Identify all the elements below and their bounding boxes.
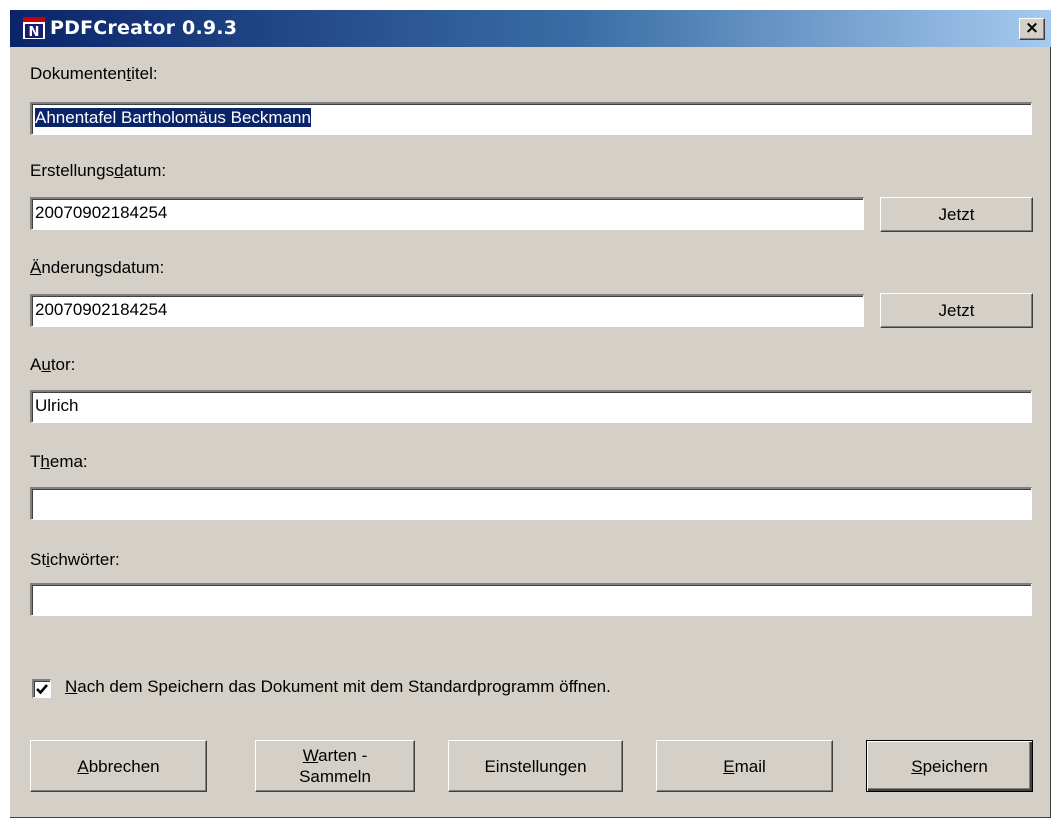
document-title-input[interactable]: Ahnentafel Bartholomäus Beckmann — [30, 102, 1032, 135]
author-label: Autor: — [30, 355, 76, 374]
wait-collect-button[interactable]: Warten - Sammeln — [255, 740, 415, 792]
author-input[interactable]: Ulrich — [30, 390, 1032, 423]
keywords-input[interactable] — [30, 583, 1032, 616]
open-after-save-checkbox[interactable] — [32, 679, 51, 698]
settings-button[interactable]: Einstellungen — [448, 740, 623, 792]
modification-date-label: Änderungsdatum: — [30, 258, 165, 277]
pdfcreator-dialog: N PDFCreator 0.9.3 × Dokumententitel: Ah… — [10, 10, 1051, 818]
creation-date-now-button[interactable]: Jetzt — [880, 197, 1033, 232]
title-bar[interactable]: N PDFCreator 0.9.3 × — [10, 10, 1051, 47]
pdfcreator-app-icon: N — [23, 17, 45, 40]
cancel-button[interactable]: Abbrechen — [30, 740, 207, 792]
subject-label: Thema: — [30, 452, 88, 471]
email-button[interactable]: Email — [656, 740, 833, 792]
creation-date-input[interactable]: 20070902184254 — [30, 197, 864, 230]
svg-text:N: N — [29, 25, 40, 40]
document-title-label: Dokumententitel: — [30, 64, 158, 83]
modification-date-input[interactable]: 20070902184254 — [30, 294, 864, 327]
subject-input[interactable] — [30, 487, 1032, 520]
keywords-label: Stichwörter: — [30, 550, 120, 569]
modification-date-now-button[interactable]: Jetzt — [880, 293, 1033, 328]
window-title: PDFCreator 0.9.3 — [50, 17, 238, 39]
open-after-save-label[interactable]: Nach dem Speichern das Dokument mit dem … — [65, 677, 611, 697]
close-button[interactable]: × — [1019, 18, 1045, 40]
save-button[interactable]: Speichern — [866, 740, 1033, 792]
creation-date-label: Erstellungsdatum: — [30, 161, 167, 180]
checkmark-icon — [36, 684, 48, 695]
document-title-value: Ahnentafel Bartholomäus Beckmann — [35, 108, 311, 127]
